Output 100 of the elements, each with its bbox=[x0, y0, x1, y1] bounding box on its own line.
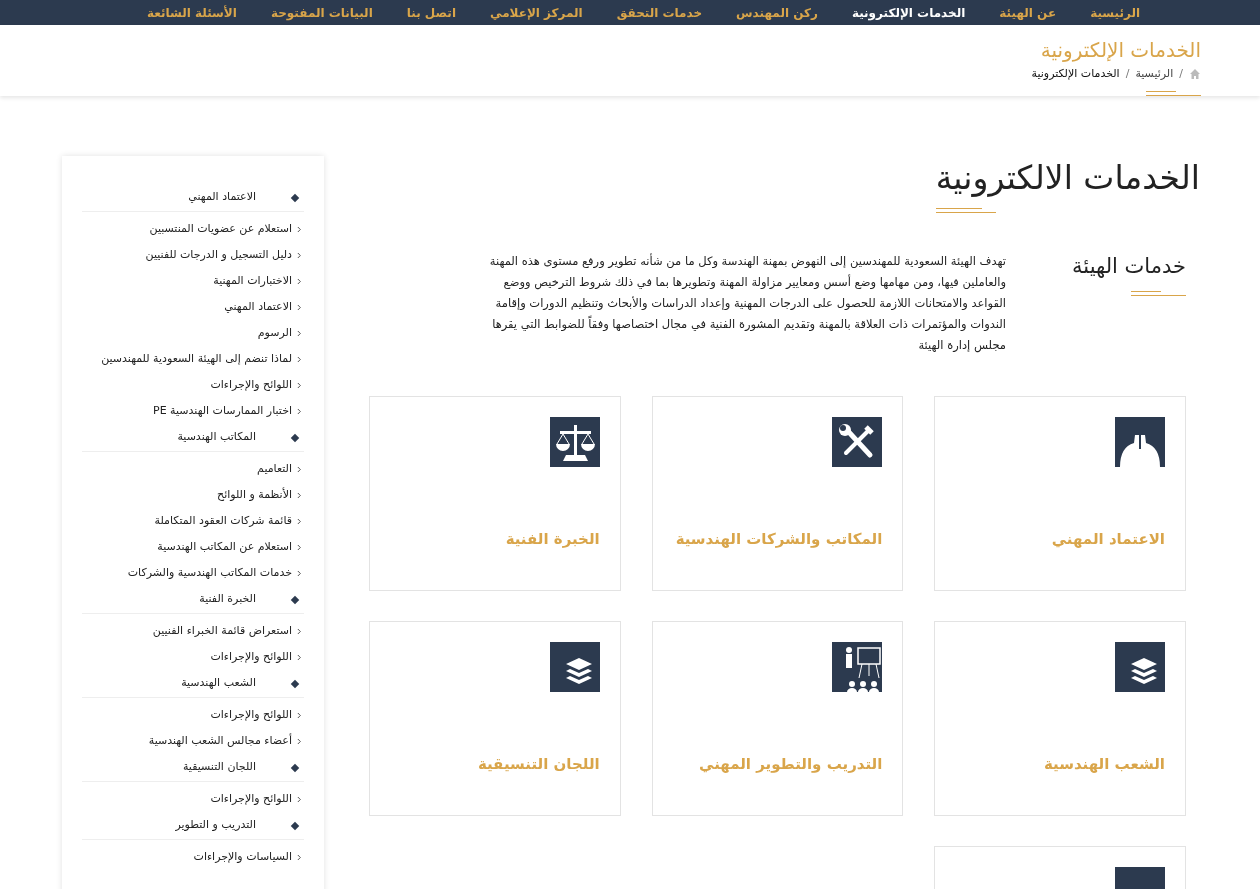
nav-link[interactable]: ركن المهندس bbox=[736, 3, 818, 22]
nav-link[interactable]: اتصل بنا bbox=[406, 3, 456, 22]
sidebar-item-label: لماذا تنضم إلى الهيئة السعودية للمهندسين bbox=[101, 350, 292, 367]
sidebar-group-link[interactable]: التدريب و التطوير bbox=[175, 817, 256, 834]
sidebar-item-label: التعاميم bbox=[257, 460, 292, 477]
chevron-icon bbox=[297, 795, 302, 803]
nav-link[interactable]: الأسئلة الشائعة bbox=[146, 3, 237, 22]
diamond-bullet-icon bbox=[290, 193, 300, 202]
diamond-bullet-icon bbox=[290, 595, 300, 604]
sidebar-item-label: اللوائح والإجراءات bbox=[210, 706, 292, 723]
sidebar-item[interactable]: السياسات والإجراءات bbox=[82, 844, 304, 870]
sidebar-item[interactable]: أعضاء مجالس الشعب الهندسية bbox=[82, 728, 304, 754]
sidebar-item[interactable]: اختبار الممارسات الهندسية PE bbox=[82, 398, 304, 424]
service-card-title: المكاتب والشركات الهندسية bbox=[675, 528, 883, 550]
sidebar-item[interactable]: التعاميم bbox=[82, 456, 304, 482]
breadcrumb-separator: / bbox=[1178, 66, 1184, 82]
sidebar-item-label: أعضاء مجالس الشعب الهندسية bbox=[148, 732, 292, 749]
scales-icon bbox=[549, 417, 600, 467]
title-underline bbox=[1131, 290, 1186, 296]
sidebar-item[interactable]: اللوائح والإجراءات bbox=[82, 702, 304, 728]
section-title: خدمات الهيئة bbox=[1071, 253, 1186, 280]
chevron-icon bbox=[297, 303, 302, 311]
diamond-bullet-icon bbox=[290, 433, 300, 442]
layers-icon bbox=[549, 642, 600, 692]
title-underline bbox=[1146, 90, 1201, 96]
sidebar-item[interactable]: استعلام عن المكاتب الهندسية bbox=[82, 534, 304, 560]
sidebar-item-label: الاعتماد المهني bbox=[224, 298, 292, 315]
sidebar-item[interactable]: الأنظمة و اللوائح bbox=[82, 482, 304, 508]
sidebar-group-link[interactable]: الخبرة الفنية bbox=[199, 591, 256, 608]
sidebar-item[interactable]: الرسوم bbox=[82, 320, 304, 346]
layers-icon bbox=[1115, 642, 1165, 692]
sidebar-item[interactable]: اللوائح والإجراءات bbox=[82, 372, 304, 398]
tools-icon bbox=[832, 417, 883, 467]
chevron-icon bbox=[297, 251, 302, 259]
sidebar-item-label: الرسوم bbox=[257, 324, 292, 341]
sidebar-item[interactable]: استعراض قائمة الخبراء الفنيين bbox=[82, 618, 304, 644]
sidebar-item-label: قائمة شركات العقود المتكاملة bbox=[154, 512, 292, 529]
chevron-icon bbox=[297, 465, 302, 473]
service-card-title: التدريب والتطوير المهني bbox=[698, 753, 883, 775]
sidebar-item[interactable]: دليل التسجيل و الدرجات للفنيين bbox=[82, 242, 304, 268]
home-icon bbox=[1189, 68, 1201, 81]
sidebar-group-link[interactable]: اللجان التنسيقية bbox=[182, 759, 256, 776]
sidebar-item[interactable]: اللوائح والإجراءات bbox=[82, 644, 304, 670]
sidebar-item[interactable]: لماذا تنضم إلى الهيئة السعودية للمهندسين bbox=[82, 346, 304, 372]
sidebar-group-link[interactable]: الشعب الهندسية bbox=[181, 675, 256, 692]
sidebar-item-label: اللوائح والإجراءات bbox=[210, 648, 292, 665]
chevron-icon bbox=[297, 355, 302, 363]
sidebar-item-label: خدمات المكاتب الهندسية والشركات bbox=[127, 564, 292, 581]
sidebar-item-label: الاختبارات المهنية bbox=[213, 272, 292, 289]
service-card-title: الخبرة الفنية bbox=[505, 528, 600, 550]
chevron-icon bbox=[297, 491, 302, 499]
sidebar-item-label: اختبار الممارسات الهندسية PE bbox=[153, 402, 292, 419]
title-underline bbox=[935, 208, 996, 213]
diamond-bullet-icon bbox=[290, 821, 300, 830]
diamond-bullet-icon bbox=[290, 763, 300, 772]
nav-link[interactable]: خدمات التحقق bbox=[616, 3, 703, 22]
chevron-icon bbox=[297, 225, 302, 233]
sidebar-item-label: استعراض قائمة الخبراء الفنيين bbox=[152, 622, 292, 639]
chevron-icon bbox=[297, 381, 302, 389]
chevron-icon bbox=[297, 277, 302, 285]
diamond-bullet-icon bbox=[290, 679, 300, 688]
chevron-icon bbox=[297, 711, 302, 719]
nav-link[interactable]: عن الهيئة bbox=[999, 3, 1057, 22]
sidebar-item[interactable]: الاعتماد المهني bbox=[82, 294, 304, 320]
hard-hat-icon bbox=[1115, 417, 1165, 467]
sidebar-item[interactable]: استعلام عن عضويات المنتسبين bbox=[82, 216, 304, 242]
chevron-icon bbox=[297, 569, 302, 577]
sidebar-item[interactable]: قائمة شركات العقود المتكاملة bbox=[82, 508, 304, 534]
sidebar-item-label: دليل التسجيل و الدرجات للفنيين bbox=[145, 246, 292, 263]
service-card-title: الاعتماد المهني bbox=[1051, 528, 1165, 550]
breadcrumb-link[interactable]: الرئيسية bbox=[1135, 66, 1174, 83]
sidebar-item-label: الأنظمة و اللوائح bbox=[217, 486, 292, 503]
nav-link[interactable]: المركز الإعلامي bbox=[490, 3, 583, 22]
chevron-icon bbox=[297, 737, 302, 745]
sidebar-item[interactable]: خدمات المكاتب الهندسية والشركات bbox=[82, 560, 304, 586]
sidebar-item-label: السياسات والإجراءات bbox=[193, 848, 292, 865]
sidebar-group-link[interactable]: الاعتماد المهني bbox=[188, 189, 256, 206]
nav-link[interactable]: الخدمات الإلكترونية bbox=[851, 3, 966, 22]
page-title: الخدمات الإلكترونية bbox=[1040, 37, 1201, 63]
chevron-icon bbox=[297, 543, 302, 551]
service-card-title: اللجان التنسيقية bbox=[477, 753, 600, 775]
nav-link[interactable]: البيانات المفتوحة bbox=[270, 3, 373, 22]
sidebar-item-label: استعلام عن المكاتب الهندسية bbox=[157, 538, 292, 555]
intro-paragraph: تهدف الهيئة السعودية للمهندسين إلى النهوض بمهنة الهندسة وكل ما من شأنه تطوير ورفع مستوى هذه المهنة والعاملين فيها، ومن مهامها وضع أسس ومعايير مزاولة المهنة وتطويرها بما في ذلك شروط الترخيص ووضع القواعد والامتحانات اللازمة للحصول على الدرجات المهنية وإعداد الدراسات والأبحاث وتنظيم الدورات وإقامة الندوات والمؤتمرات ذات العلاقة بالمهنة وتقديم المشورة الفنية في مجال اختصاصها وفقاً للضوابط التي يقرها مجلس إدارة الهيئة bbox=[488, 252, 1006, 355]
sidebar-item[interactable]: اللوائح والإجراءات bbox=[82, 786, 304, 812]
breadcrumb-separator: / bbox=[1124, 66, 1131, 82]
sidebar-item-label: اللوائح والإجراءات bbox=[210, 376, 292, 393]
chevron-icon bbox=[297, 853, 302, 861]
main-heading: الخدمات الالكترونية bbox=[935, 157, 1200, 199]
chevron-icon bbox=[297, 407, 302, 415]
sidebar-item-label: استعلام عن عضويات المنتسبين bbox=[149, 220, 292, 237]
sidebar-group-link[interactable]: المكاتب الهندسية bbox=[177, 429, 256, 446]
chevron-icon bbox=[297, 517, 302, 525]
chevron-icon bbox=[297, 627, 302, 635]
presentation-icon bbox=[832, 642, 883, 692]
breadcrumb-current: الخدمات الإلكترونية bbox=[1031, 66, 1120, 82]
sidebar-item-label: اللوائح والإجراءات bbox=[210, 790, 292, 807]
sidebar-item[interactable]: الاختبارات المهنية bbox=[82, 268, 304, 294]
service-card-title: الشعب الهندسية bbox=[1043, 753, 1165, 775]
nav-link[interactable]: الرئيسية bbox=[1090, 3, 1140, 22]
